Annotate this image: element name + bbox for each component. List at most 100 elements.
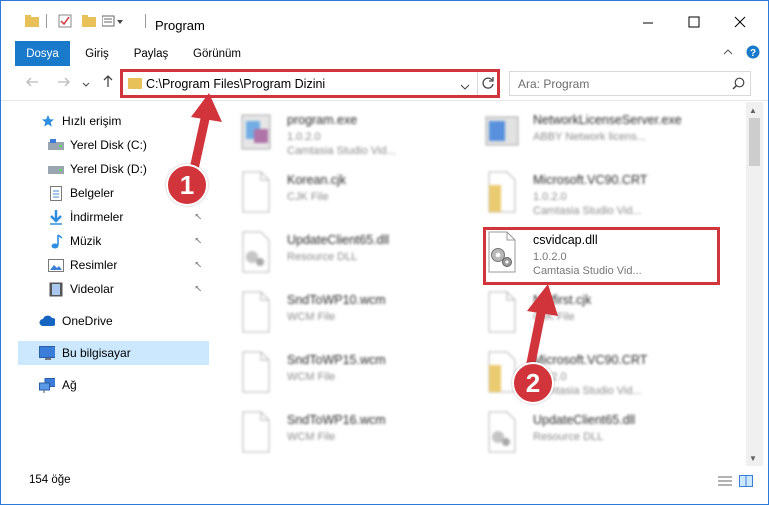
recent-locations-button[interactable] <box>79 72 93 94</box>
nav-item-music[interactable]: Müzik ⭦ <box>1 229 209 253</box>
forward-button[interactable] <box>53 72 75 94</box>
file-item[interactable]: SndToWP16.wcm WCM File <box>239 407 469 465</box>
nav-item-this-pc[interactable]: Bu bilgisayar <box>18 341 209 365</box>
file-item[interactable]: UpdateClient65.dll Resource DLL <box>485 407 715 465</box>
manifest-file-icon <box>485 171 521 215</box>
search-placeholder: Ara: Program <box>518 77 590 91</box>
arrow-left-icon <box>25 75 39 92</box>
file-name: SndToWP10.wcm <box>287 293 386 307</box>
file-item[interactable]: SndToWP10.wcm WCM File <box>239 287 469 345</box>
tab-share[interactable]: Paylaş <box>127 41 175 66</box>
nav-item-label: Videolar <box>70 282 114 296</box>
nav-item-label: İndirmeler <box>70 210 124 224</box>
file-type: WCM File <box>287 311 336 323</box>
drive-icon <box>48 161 64 177</box>
minimize-button[interactable] <box>625 9 671 37</box>
new-folder-icon[interactable] <box>81 11 97 31</box>
nav-item-local-disk-c[interactable]: Yerel Disk (C:) ⭦ <box>1 133 209 157</box>
file-description: Camtasia Studio Vid... <box>533 205 642 217</box>
file-name: UpdateClient65.dll <box>533 413 636 427</box>
arrow-up-icon <box>102 74 114 92</box>
file-type: Resource DLL <box>533 431 604 443</box>
chevron-down-icon <box>82 75 90 92</box>
title-bar: Program <box>1 1 768 41</box>
window-title: Program <box>155 18 205 33</box>
nav-item-network[interactable]: Ağ <box>1 373 209 397</box>
annotation-badge-1: 1 <box>166 164 208 206</box>
annotation-badge-2: 2 <box>512 362 554 404</box>
nav-item-pictures[interactable]: Resimler ⭦ <box>1 253 209 277</box>
video-icon <box>48 281 64 297</box>
scrollbar-thumb[interactable] <box>749 118 760 166</box>
file-type: Resource DLL <box>287 251 358 263</box>
file-name: SndToWP15.wcm <box>287 353 386 367</box>
nav-item-quick-access[interactable]: Hızlı erişim <box>1 109 209 133</box>
file-version: 1.0.2.0 <box>287 131 321 143</box>
file-version: 1.0.2.0 <box>533 191 567 203</box>
customize-toolbar-icon[interactable] <box>101 11 125 31</box>
file-item[interactable]: NetworkLicenseServer.exe ABBY Network li… <box>485 107 715 165</box>
properties-icon[interactable] <box>57 11 73 31</box>
nav-item-downloads[interactable]: İndirmeler ⭦ <box>1 205 209 229</box>
generic-file-icon <box>239 351 275 395</box>
ribbon-tabs: Dosya Giriş Paylaş Görünüm ? <box>1 41 768 66</box>
tab-file[interactable]: Dosya <box>15 41 70 66</box>
close-button[interactable] <box>717 9 763 37</box>
nav-item-label: Hızlı erişim <box>62 114 122 128</box>
nav-item-videos[interactable]: Videolar ⭦ <box>1 277 209 301</box>
folder-icon <box>25 11 39 31</box>
close-icon <box>734 15 746 31</box>
generic-file-icon <box>485 291 521 335</box>
tab-view[interactable]: Görünüm <box>187 41 247 66</box>
file-item[interactable]: UpdateClient65.dll Resource DLL <box>239 227 469 285</box>
minimize-icon <box>642 15 654 31</box>
file-name: SndToWP16.wcm <box>287 413 386 427</box>
nav-item-onedrive[interactable]: OneDrive <box>1 309 209 333</box>
scroll-up-icon[interactable]: ▲ <box>749 106 757 115</box>
navigation-pane: Hızlı erişim Yerel Disk (C:) ⭦ Yerel Dis… <box>1 102 211 466</box>
nav-item-label: Resimler <box>70 258 118 272</box>
file-item[interactable]: program.exe 1.0.2.0 Camtasia Studio Vid.… <box>239 107 469 165</box>
file-item[interactable]: Korean.cjk CJK File <box>239 167 469 225</box>
file-item[interactable]: Microsoft.VC90.CRT 1.0.2.0 Camtasia Stud… <box>485 167 715 225</box>
exe-file-icon <box>239 111 275 155</box>
status-bar: 154 öğe <box>1 470 768 492</box>
tab-home[interactable]: Giriş <box>77 41 117 66</box>
file-item[interactable]: Netfirst.cjk CJK File <box>485 287 715 345</box>
pin-icon: ⭦ <box>195 139 202 151</box>
nav-item-label: Bu bilgisayar <box>62 346 131 360</box>
arrow-right-icon <box>57 75 71 92</box>
item-count: 154 öğe <box>29 474 71 486</box>
dll-file-icon <box>239 231 275 275</box>
pictures-icon <box>48 257 64 273</box>
large-icons-view-icon[interactable] <box>739 475 753 487</box>
svg-text:?: ? <box>750 48 756 59</box>
scroll-down-icon[interactable]: ▼ <box>749 454 757 463</box>
search-input[interactable]: Ara: Program <box>509 71 751 96</box>
file-description: ABBY Network licens... <box>533 131 646 143</box>
up-button[interactable] <box>97 72 119 94</box>
target-file-highlight-box <box>483 227 720 285</box>
file-name: UpdateClient65.dll <box>287 233 390 247</box>
maximize-button[interactable] <box>671 9 717 37</box>
back-button[interactable] <box>21 72 43 94</box>
nav-item-label: Belgeler <box>70 186 115 200</box>
title-separator <box>145 14 146 28</box>
ribbon-expand-icon[interactable] <box>723 47 733 59</box>
computer-icon <box>39 345 55 361</box>
dll-file-icon <box>485 411 521 455</box>
file-item[interactable]: SndToWP15.wcm WCM File <box>239 347 469 405</box>
help-icon[interactable]: ? <box>746 45 760 62</box>
file-list: program.exe 1.0.2.0 Camtasia Studio Vid.… <box>213 102 745 466</box>
vertical-scrollbar[interactable]: ▲ ▼ <box>746 102 763 466</box>
documents-icon <box>48 185 64 201</box>
file-name: Netfirst.cjk <box>533 293 592 307</box>
star-icon <box>40 113 56 129</box>
nav-item-label: Müzik <box>70 234 102 248</box>
file-name: Microsoft.VC90.CRT <box>533 173 648 187</box>
maximize-icon <box>688 15 700 31</box>
file-description: Camtasia Studio Vid... <box>287 145 396 157</box>
file-name: Korean.cjk <box>287 173 347 187</box>
network-icon <box>39 377 55 393</box>
details-view-icon[interactable] <box>718 475 732 487</box>
